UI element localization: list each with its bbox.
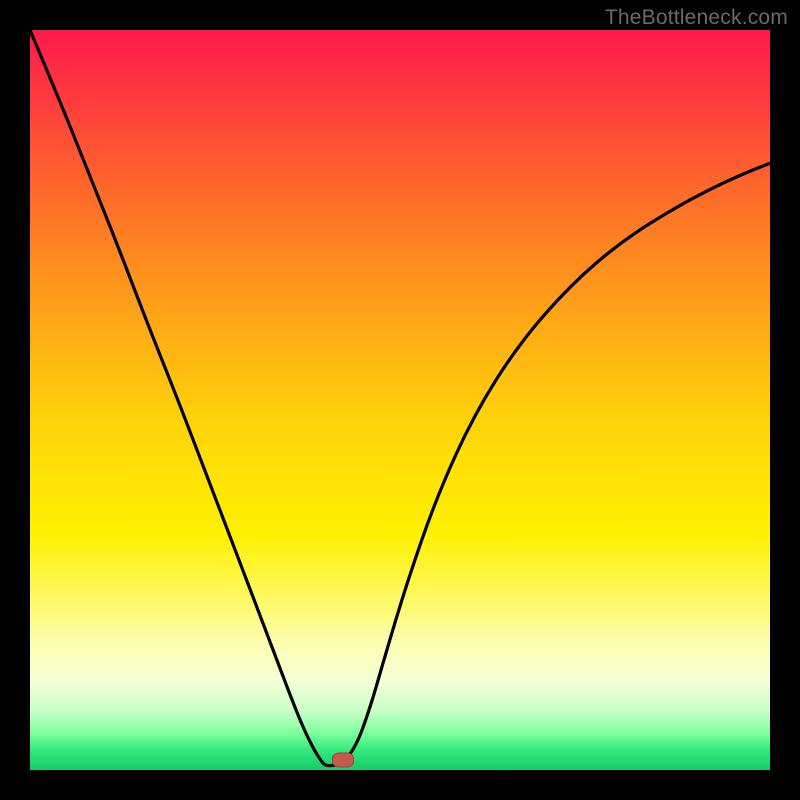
plot-area xyxy=(30,30,770,770)
optimal-point-marker xyxy=(332,752,354,767)
bottleneck-curve xyxy=(30,30,770,770)
watermark-text: TheBottleneck.com xyxy=(605,6,788,30)
chart-frame: TheBottleneck.com xyxy=(0,0,800,800)
